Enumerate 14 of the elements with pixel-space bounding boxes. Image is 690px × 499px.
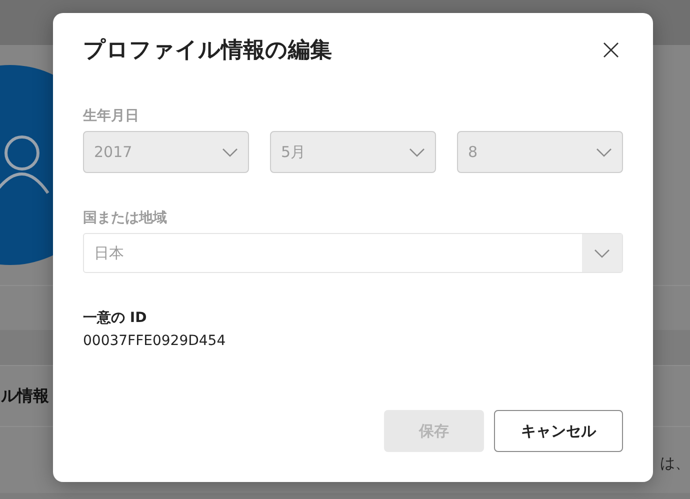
chevron-down-icon [594, 248, 610, 258]
chevron-down-icon [596, 148, 612, 156]
close-icon [603, 42, 619, 58]
dialog-title: プロファイル情報の編集 [83, 37, 332, 65]
id-value: 00037FFE0929D454 [83, 333, 227, 349]
chevron-down-icon [409, 148, 425, 156]
field-label: 生年月日 [83, 107, 140, 125]
section-title: ル情報 [1, 386, 49, 406]
person-icon [0, 135, 50, 195]
field-label: 国または地域 [83, 209, 168, 227]
section-text: は、 [660, 454, 690, 472]
field-label: 一意の ID [83, 309, 148, 327]
cancel-button[interactable]: キャンセル [494, 410, 623, 452]
chevron-down-icon [222, 148, 238, 156]
